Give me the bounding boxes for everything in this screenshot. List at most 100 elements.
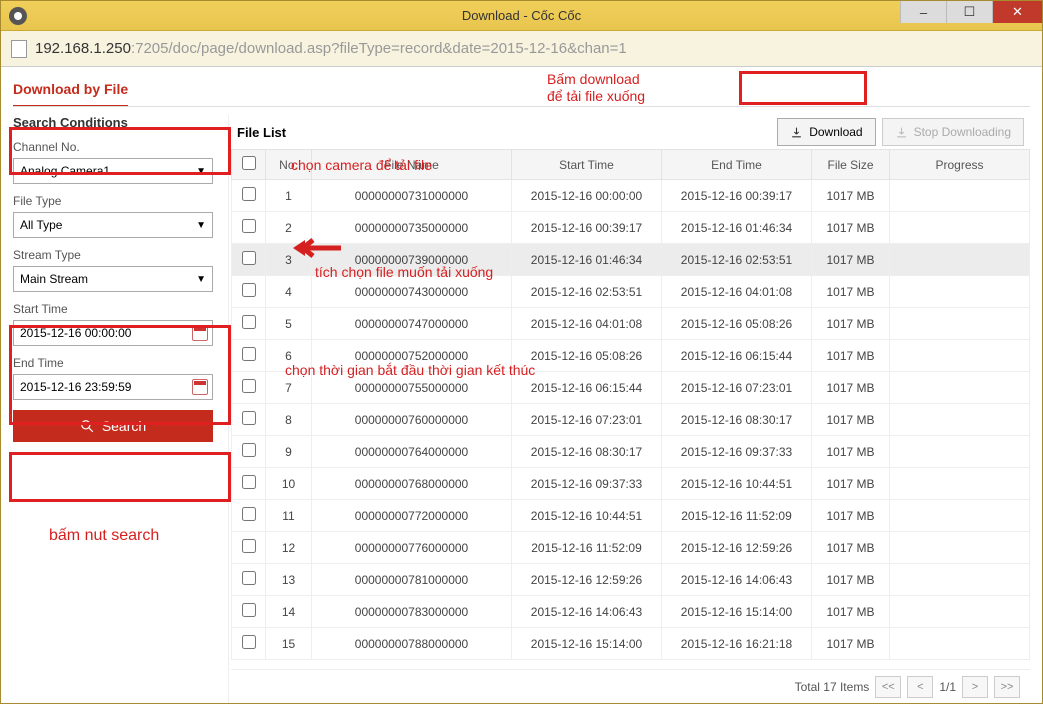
row-checkbox[interactable] bbox=[242, 347, 256, 361]
table-row[interactable]: 4 00000000743000000 2015-12-16 02:53:51 … bbox=[232, 276, 1030, 308]
cell-filename: 00000000739000000 bbox=[312, 244, 512, 276]
tab-download-by-file[interactable]: Download by File bbox=[13, 81, 128, 107]
cell-filename: 00000000752000000 bbox=[312, 340, 512, 372]
cell-filename: 00000000731000000 bbox=[312, 180, 512, 212]
cell-filename: 00000000735000000 bbox=[312, 212, 512, 244]
row-checkbox[interactable] bbox=[242, 251, 256, 265]
row-checkbox[interactable] bbox=[242, 603, 256, 617]
row-checkbox[interactable] bbox=[242, 507, 256, 521]
cell-start: 2015-12-16 05:08:26 bbox=[512, 340, 662, 372]
cell-size: 1017 MB bbox=[812, 436, 890, 468]
cell-start: 2015-12-16 04:01:08 bbox=[512, 308, 662, 340]
row-checkbox[interactable] bbox=[242, 379, 256, 393]
table-row[interactable]: 5 00000000747000000 2015-12-16 04:01:08 … bbox=[232, 308, 1030, 340]
cell-progress bbox=[890, 372, 1030, 404]
cell-progress bbox=[890, 180, 1030, 212]
row-checkbox[interactable] bbox=[242, 635, 256, 649]
row-checkbox[interactable] bbox=[242, 315, 256, 329]
cell-no: 15 bbox=[266, 628, 312, 660]
table-row[interactable]: 3 00000000739000000 2015-12-16 01:46:34 … bbox=[232, 244, 1030, 276]
cell-end: 2015-12-16 09:37:33 bbox=[662, 436, 812, 468]
col-check bbox=[232, 150, 266, 180]
close-button[interactable]: ✕ bbox=[992, 1, 1042, 23]
cell-no: 13 bbox=[266, 564, 312, 596]
filetype-select[interactable]: All Type▼ bbox=[13, 212, 213, 238]
table-row[interactable]: 12 00000000776000000 2015-12-16 11:52:09… bbox=[232, 532, 1030, 564]
starttime-label: Start Time bbox=[13, 302, 218, 316]
col-start: Start Time bbox=[512, 150, 662, 180]
maximize-button[interactable]: ☐ bbox=[946, 1, 992, 23]
chevron-down-icon: ▼ bbox=[196, 220, 206, 231]
cell-size: 1017 MB bbox=[812, 468, 890, 500]
search-icon bbox=[80, 419, 94, 433]
cell-progress bbox=[890, 468, 1030, 500]
starttime-input[interactable]: 2015-12-16 00:00:00 bbox=[13, 320, 213, 346]
page-indicator: 1/1 bbox=[939, 680, 956, 694]
cell-size: 1017 MB bbox=[812, 340, 890, 372]
cell-end: 2015-12-16 04:01:08 bbox=[662, 276, 812, 308]
cell-size: 1017 MB bbox=[812, 212, 890, 244]
url-text[interactable]: 192.168.1.250:7205/doc/page/download.asp… bbox=[35, 40, 627, 57]
cell-size: 1017 MB bbox=[812, 532, 890, 564]
table-row[interactable]: 11 00000000772000000 2015-12-16 10:44:51… bbox=[232, 500, 1030, 532]
cell-no: 9 bbox=[266, 436, 312, 468]
select-all-checkbox[interactable] bbox=[242, 156, 256, 170]
row-checkbox[interactable] bbox=[242, 443, 256, 457]
row-checkbox[interactable] bbox=[242, 571, 256, 585]
page-prev[interactable]: < bbox=[907, 676, 933, 698]
cell-end: 2015-12-16 11:52:09 bbox=[662, 500, 812, 532]
main: Search Conditions Channel No. Analog Cam… bbox=[13, 115, 1030, 703]
table-row[interactable]: 1 00000000731000000 2015-12-16 00:00:00 … bbox=[232, 180, 1030, 212]
row-checkbox[interactable] bbox=[242, 411, 256, 425]
cell-size: 1017 MB bbox=[812, 180, 890, 212]
page-first[interactable]: << bbox=[875, 676, 901, 698]
table-row[interactable]: 13 00000000781000000 2015-12-16 12:59:26… bbox=[232, 564, 1030, 596]
sidebar: Search Conditions Channel No. Analog Cam… bbox=[13, 115, 228, 703]
cell-end: 2015-12-16 05:08:26 bbox=[662, 308, 812, 340]
col-size: File Size bbox=[812, 150, 890, 180]
filelist-panel: File List Download Stop Downloading bbox=[228, 115, 1030, 703]
row-checkbox[interactable] bbox=[242, 475, 256, 489]
cell-progress bbox=[890, 340, 1030, 372]
cell-size: 1017 MB bbox=[812, 276, 890, 308]
col-no: No. bbox=[266, 150, 312, 180]
search-button[interactable]: Search bbox=[13, 410, 213, 442]
channel-select[interactable]: Analog Camera1▼ bbox=[13, 158, 213, 184]
total-items: Total 17 Items bbox=[795, 680, 870, 694]
channel-label: Channel No. bbox=[13, 140, 218, 154]
row-checkbox[interactable] bbox=[242, 283, 256, 297]
row-checkbox[interactable] bbox=[242, 187, 256, 201]
download-button[interactable]: Download bbox=[777, 118, 875, 146]
calendar-icon[interactable] bbox=[192, 325, 208, 341]
cell-no: 11 bbox=[266, 500, 312, 532]
cell-filename: 00000000747000000 bbox=[312, 308, 512, 340]
cell-filename: 00000000760000000 bbox=[312, 404, 512, 436]
table-row[interactable]: 10 00000000768000000 2015-12-16 09:37:33… bbox=[232, 468, 1030, 500]
cell-end: 2015-12-16 16:21:18 bbox=[662, 628, 812, 660]
page-last[interactable]: >> bbox=[994, 676, 1020, 698]
table-row[interactable]: 8 00000000760000000 2015-12-16 07:23:01 … bbox=[232, 404, 1030, 436]
table-row[interactable]: 9 00000000764000000 2015-12-16 08:30:17 … bbox=[232, 436, 1030, 468]
table-wrap[interactable]: No. File Name Start Time End Time File S… bbox=[231, 149, 1030, 669]
cell-size: 1017 MB bbox=[812, 564, 890, 596]
table-row[interactable]: 6 00000000752000000 2015-12-16 05:08:26 … bbox=[232, 340, 1030, 372]
stop-download-button[interactable]: Stop Downloading bbox=[882, 118, 1024, 146]
cell-filename: 00000000764000000 bbox=[312, 436, 512, 468]
cell-no: 8 bbox=[266, 404, 312, 436]
row-checkbox[interactable] bbox=[242, 219, 256, 233]
streamtype-select[interactable]: Main Stream▼ bbox=[13, 266, 213, 292]
table-row[interactable]: 7 00000000755000000 2015-12-16 06:15:44 … bbox=[232, 372, 1030, 404]
page-icon bbox=[11, 40, 27, 58]
row-checkbox[interactable] bbox=[242, 539, 256, 553]
table-row[interactable]: 15 00000000788000000 2015-12-16 15:14:00… bbox=[232, 628, 1030, 660]
endtime-input[interactable]: 2015-12-16 23:59:59 bbox=[13, 374, 213, 400]
page-next[interactable]: > bbox=[962, 676, 988, 698]
calendar-icon[interactable] bbox=[192, 379, 208, 395]
cell-progress bbox=[890, 500, 1030, 532]
cell-no: 12 bbox=[266, 532, 312, 564]
search-conditions-title: Search Conditions bbox=[13, 115, 218, 130]
cell-no: 6 bbox=[266, 340, 312, 372]
table-row[interactable]: 14 00000000783000000 2015-12-16 14:06:43… bbox=[232, 596, 1030, 628]
minimize-button[interactable]: – bbox=[900, 1, 946, 23]
table-row[interactable]: 2 00000000735000000 2015-12-16 00:39:17 … bbox=[232, 212, 1030, 244]
